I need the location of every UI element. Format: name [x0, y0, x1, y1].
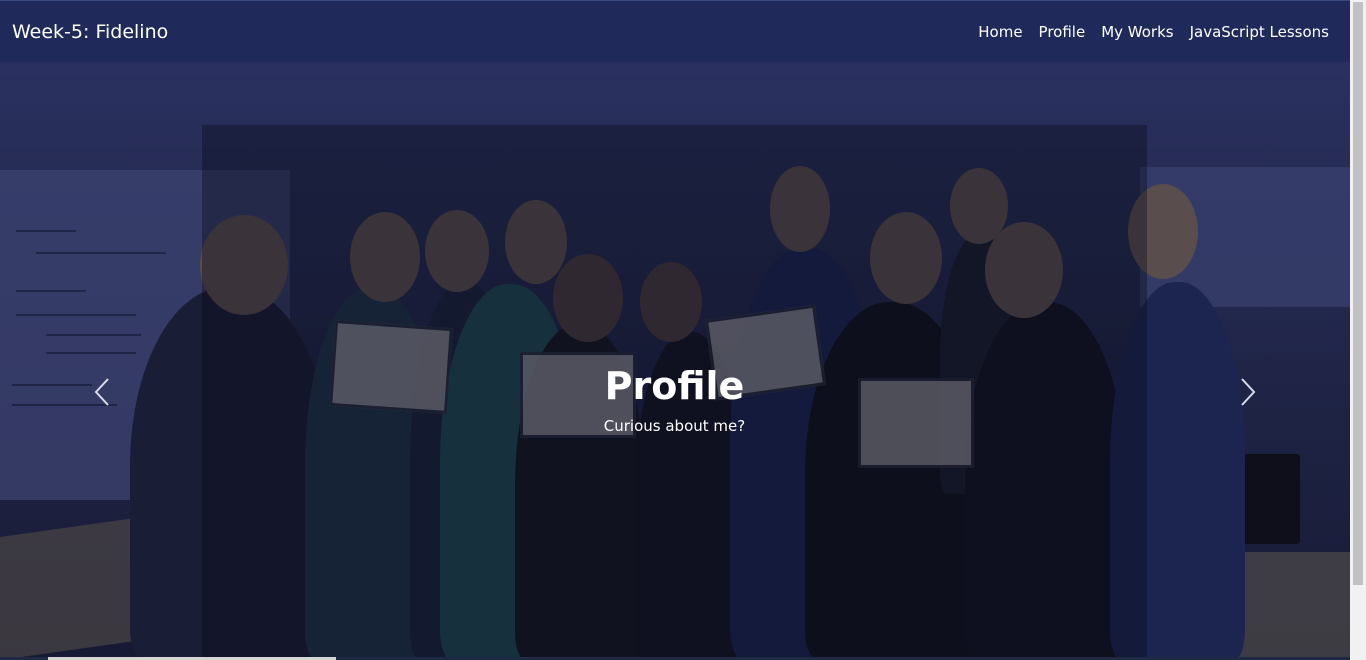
chevron-right-icon: [1239, 376, 1257, 408]
carousel-prev-button[interactable]: [82, 374, 122, 410]
carousel-title: Profile: [604, 364, 745, 408]
whiteboard-writing: [46, 334, 141, 336]
nav-link-my-works[interactable]: My Works: [1101, 23, 1173, 41]
whiteboard-writing: [16, 230, 76, 232]
nav-link-javascript-lessons[interactable]: JavaScript Lessons: [1190, 23, 1329, 41]
carousel-next-button[interactable]: [1228, 374, 1268, 410]
whiteboard-writing: [46, 352, 136, 354]
carousel-subtitle: Curious about me?: [603, 417, 746, 435]
hero-carousel: Profile Curious about me?: [0, 62, 1350, 660]
whiteboard-writing: [12, 384, 92, 386]
chevron-left-icon: [93, 376, 111, 408]
nav-link-home[interactable]: Home: [978, 23, 1022, 41]
brand-title[interactable]: Week-5: Fidelino: [12, 21, 168, 43]
top-navbar: Week-5: Fidelino Home Profile My Works J…: [0, 0, 1350, 62]
carousel-caption: Profile Curious about me?: [202, 360, 1147, 436]
page: Week-5: Fidelino Home Profile My Works J…: [0, 0, 1366, 660]
whiteboard-writing: [16, 314, 136, 316]
nav-links: Home Profile My Works JavaScript Lessons: [978, 23, 1329, 41]
scrollbar-thumb[interactable]: [1353, 2, 1363, 585]
whiteboard-writing: [36, 252, 166, 254]
whiteboard-writing: [16, 290, 86, 292]
vertical-scrollbar[interactable]: [1350, 0, 1366, 660]
nav-link-profile[interactable]: Profile: [1039, 23, 1086, 41]
